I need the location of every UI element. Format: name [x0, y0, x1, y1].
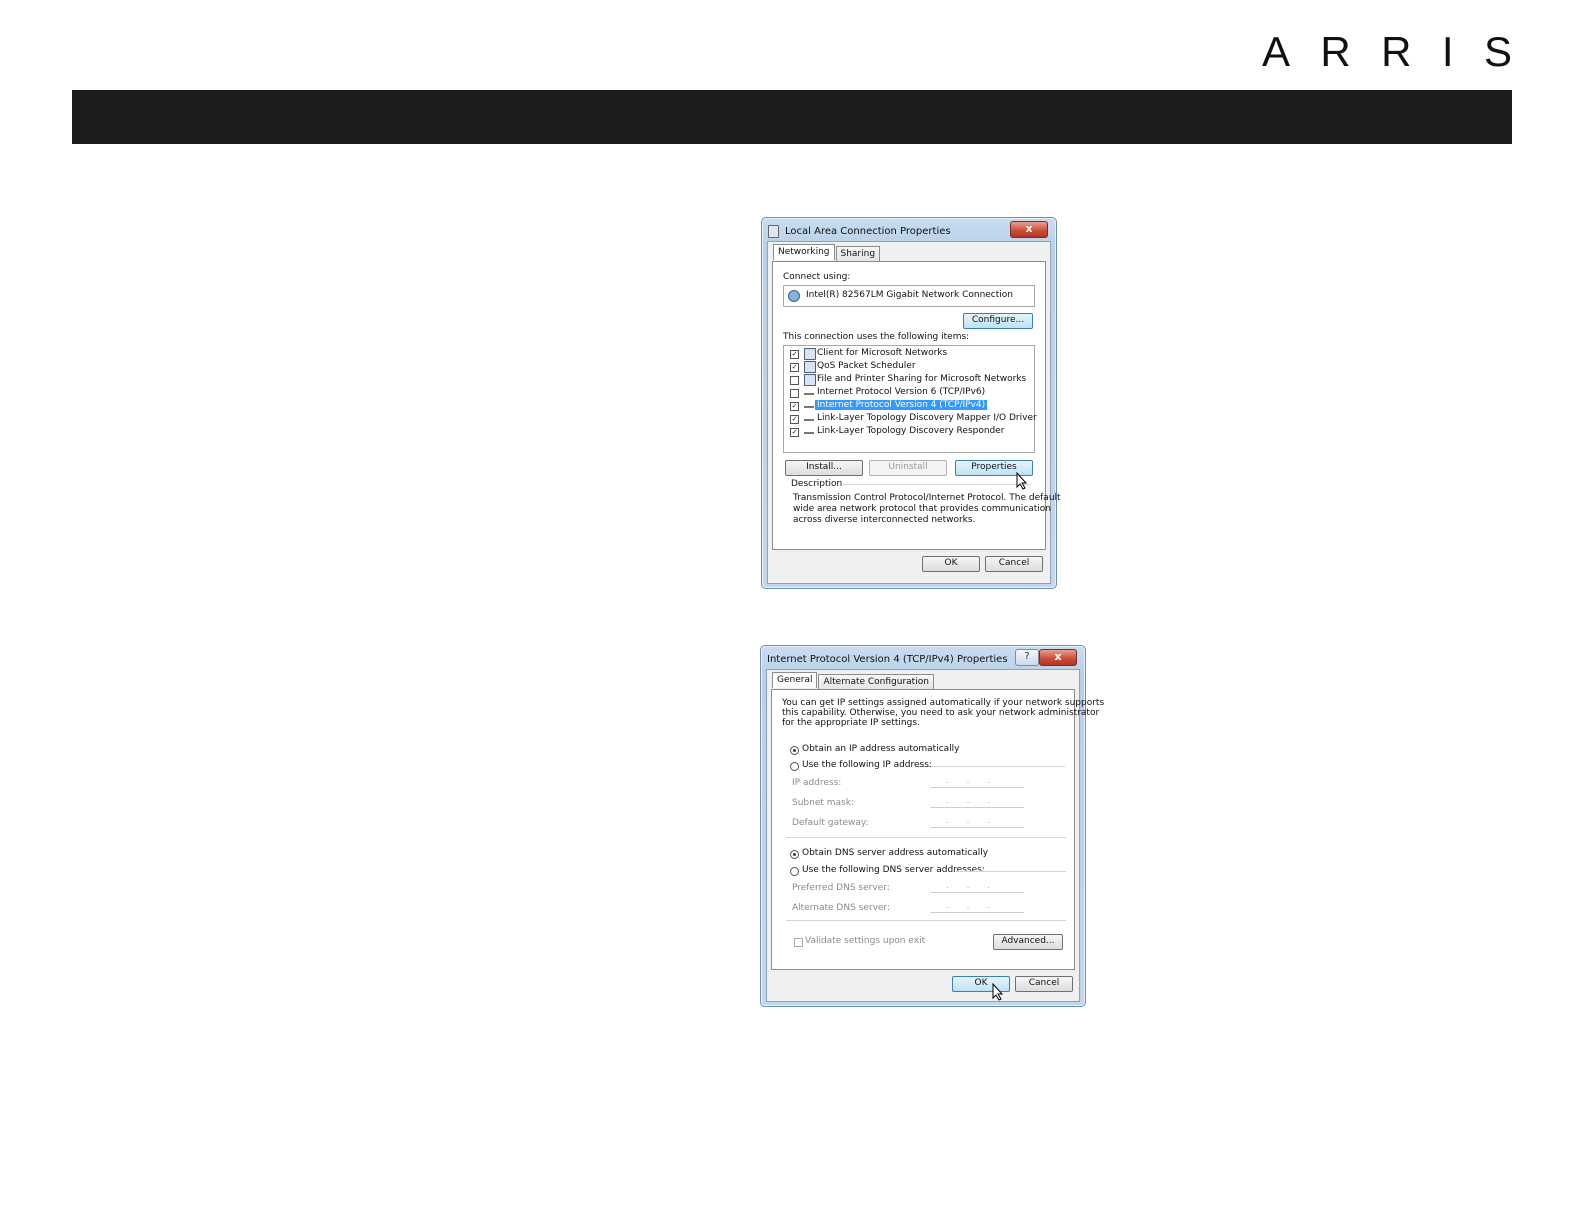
tab-strip: General Alternate Configuration	[772, 672, 935, 690]
dns-group-line	[956, 871, 1066, 872]
list-item[interactable]: Link-Layer Topology Discovery Responder	[817, 426, 1005, 436]
connect-using-label: Connect using:	[783, 272, 851, 282]
install-button[interactable]: Install...	[785, 460, 863, 476]
cancel-button[interactable]: Cancel	[985, 556, 1043, 572]
description-label: Description	[791, 479, 843, 489]
header-banner	[72, 90, 1512, 144]
uninstall-button[interactable]: Uninstall	[869, 460, 947, 476]
ip-address-label: IP address:	[792, 778, 842, 788]
list-item[interactable]: Internet Protocol Version 6 (TCP/IPv6)	[817, 387, 985, 397]
cancel-button[interactable]: Cancel	[1015, 976, 1073, 992]
dialog-title: Local Area Connection Properties	[785, 225, 951, 237]
lan-properties-dialog: Local Area Connection Properties x Netwo…	[761, 217, 1061, 589]
item-checkbox[interactable]	[790, 376, 799, 385]
dialog-titlebar: Internet Protocol Version 4 (TCP/IPv4) P…	[767, 649, 1079, 668]
subnet-mask-label: Subnet mask:	[792, 798, 854, 808]
network-client-icon	[804, 348, 816, 360]
intro-text: for the appropriate IP settings.	[782, 718, 920, 728]
network-connection-icon	[768, 224, 779, 238]
obtain-ip-auto-radio[interactable]	[790, 746, 799, 755]
close-button[interactable]: x	[1010, 221, 1048, 238]
separator	[786, 837, 1066, 838]
close-button[interactable]: x	[1039, 649, 1077, 666]
arris-logo: A R R I S	[1262, 28, 1512, 76]
item-checkbox[interactable]: ✓	[790, 402, 799, 411]
use-following-ip-label[interactable]: Use the following IP address:	[802, 760, 932, 770]
use-following-dns-radio[interactable]	[790, 867, 799, 876]
description-group-line	[843, 484, 1031, 485]
use-following-dns-label[interactable]: Use the following DNS server addresses:	[802, 865, 985, 875]
network-service-icon	[804, 361, 816, 373]
logo-letter: R	[1320, 28, 1351, 75]
ipv4-properties-dialog: Internet Protocol Version 4 (TCP/IPv4) P…	[760, 645, 1104, 1007]
advanced-button[interactable]: Advanced...	[993, 934, 1063, 950]
item-checkbox[interactable]: ✓	[790, 350, 799, 359]
list-item[interactable]: QoS Packet Scheduler	[817, 361, 916, 371]
general-panel: You can get IP settings assigned automat…	[771, 689, 1104, 970]
dialog-client-area: General Alternate Configuration You can …	[766, 669, 1104, 1002]
validate-checkbox[interactable]	[794, 938, 803, 947]
obtain-ip-auto-label[interactable]: Obtain an IP address automatically	[802, 744, 960, 754]
default-gateway-label: Default gateway:	[792, 818, 869, 828]
logo-letter: A	[1262, 28, 1291, 75]
network-service-icon	[804, 374, 816, 386]
help-button[interactable]: ?	[1015, 649, 1039, 666]
use-following-ip-radio[interactable]	[790, 762, 799, 771]
ok-button[interactable]: OK	[922, 556, 980, 572]
network-adapter-icon	[788, 290, 800, 302]
dialog-client-area: Networking Sharing Connect using: Intel(…	[767, 241, 1061, 584]
protocol-icon	[804, 432, 814, 434]
logo-letter: R	[1381, 28, 1412, 75]
networking-panel: Connect using: Intel(R) 82567LM Gigabit …	[772, 261, 1061, 550]
logo-letter: S	[1483, 28, 1512, 75]
list-item[interactable]: File and Printer Sharing for Microsoft N…	[817, 374, 1026, 384]
alternate-dns-label: Alternate DNS server:	[792, 903, 891, 913]
tab-general[interactable]: General	[772, 672, 818, 688]
intro-text: You can get IP settings assigned automat…	[782, 698, 1105, 708]
preferred-dns-field[interactable]: ...	[930, 881, 1024, 893]
description-text: across diverse interconnected networks.	[793, 515, 976, 525]
list-item[interactable]: Link-Layer Topology Discovery Mapper I/O…	[817, 413, 1037, 423]
obtain-dns-auto-label[interactable]: Obtain DNS server address automatically	[802, 848, 988, 858]
logo-letter: I	[1441, 28, 1454, 75]
tab-alternate-configuration[interactable]: Alternate Configuration	[818, 674, 934, 690]
dialog-title: Internet Protocol Version 4 (TCP/IPv4) P…	[767, 653, 1008, 665]
protocol-icon	[804, 393, 814, 395]
protocol-icon	[804, 406, 814, 408]
list-item[interactable]: Client for Microsoft Networks	[817, 348, 947, 358]
intro-text: this capability. Otherwise, you need to …	[782, 708, 1100, 718]
validate-label[interactable]: Validate settings upon exit	[805, 936, 925, 946]
protocol-icon	[804, 419, 814, 421]
item-checkbox[interactable]: ✓	[790, 415, 799, 424]
tab-strip: Networking Sharing	[773, 244, 881, 262]
item-checkbox[interactable]: ✓	[790, 363, 799, 372]
preferred-dns-label: Preferred DNS server:	[792, 883, 890, 893]
list-item-selected[interactable]: Internet Protocol Version 4 (TCP/IPv4)	[815, 400, 988, 410]
description-text: Transmission Control Protocol/Internet P…	[793, 493, 1061, 503]
components-list: ✓ Client for Microsoft Networks ✓ QoS Pa…	[783, 345, 1037, 453]
ip-address-field[interactable]: ...	[930, 776, 1024, 788]
subnet-mask-field[interactable]: ...	[930, 796, 1024, 808]
ip-group-line	[917, 766, 1065, 767]
mouse-cursor-icon	[1016, 472, 1028, 490]
configure-button[interactable]: Configure...	[963, 313, 1033, 329]
item-checkbox[interactable]	[790, 389, 799, 398]
adapter-name: Intel(R) 82567LM Gigabit Network Connect…	[806, 290, 1013, 300]
mouse-cursor-icon	[992, 983, 1004, 1001]
obtain-dns-auto-radio[interactable]	[790, 850, 799, 859]
default-gateway-field[interactable]: ...	[930, 816, 1024, 828]
tab-networking[interactable]: Networking	[773, 244, 835, 260]
dialog-titlebar: Local Area Connection Properties x	[768, 221, 1050, 240]
items-label: This connection uses the following items…	[783, 332, 970, 342]
tab-sharing[interactable]: Sharing	[835, 246, 881, 262]
adapter-box: Intel(R) 82567LM Gigabit Network Connect…	[783, 285, 1035, 307]
item-checkbox[interactable]: ✓	[790, 428, 799, 437]
description-text: wide area network protocol that provides…	[793, 504, 1051, 514]
alternate-dns-field[interactable]: ...	[930, 901, 1024, 913]
separator	[786, 920, 1066, 921]
